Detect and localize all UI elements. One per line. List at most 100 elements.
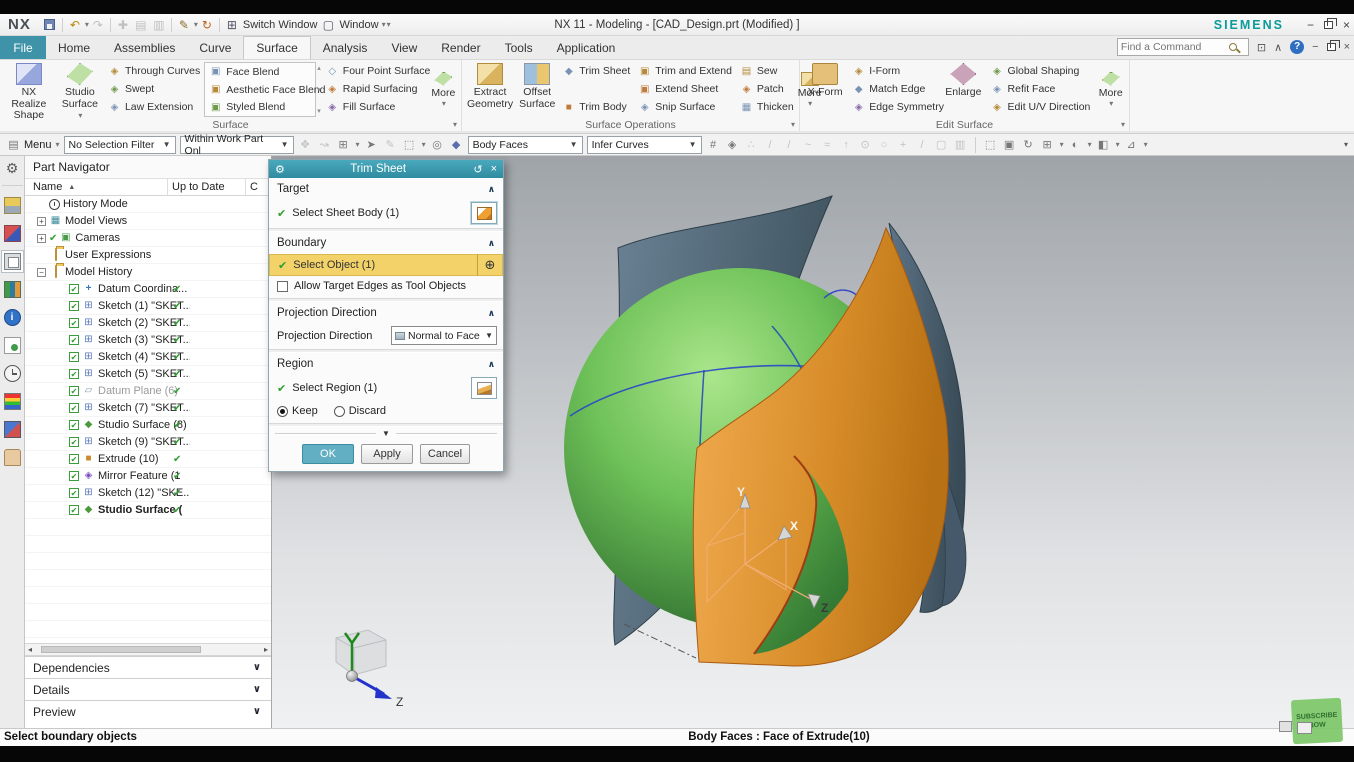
swept-button[interactable]: ◈ Swept (108, 80, 200, 98)
menu-button[interactable]: ▤ Menu ▾ (6, 138, 59, 152)
tab-analysis[interactable]: Analysis (311, 36, 380, 59)
refit-face-button[interactable]: ◈ Refit Face (991, 80, 1091, 98)
fill-surface-button[interactable]: ◈ Fill Surface (326, 98, 424, 116)
tab-render[interactable]: Render (429, 36, 492, 59)
rectangle-select-icon[interactable]: ⬚ (402, 138, 417, 151)
minimize-button[interactable]: − (1307, 18, 1314, 32)
extract-geometry-button[interactable]: Extract Geometry (464, 61, 516, 118)
four-point-surface-button[interactable]: ◇ Four Point Surface (326, 62, 430, 80)
tab-tools[interactable]: Tools (493, 36, 545, 59)
switch-window-button[interactable]: Switch Window (243, 19, 318, 31)
redo-icon[interactable]: ↷ (90, 16, 106, 34)
sew-button[interactable]: ▤ Sew (740, 62, 794, 80)
solid-cube-icon[interactable]: ◆ (449, 138, 464, 151)
find-command-input[interactable] (1120, 41, 1229, 53)
fit-view-icon[interactable]: ⊞ (1040, 138, 1055, 151)
model-history-row[interactable]: ✔ + Datum Coordina... ✔ (25, 281, 271, 298)
tab-assemblies[interactable]: Assemblies (102, 36, 187, 59)
edge-symmetry-button[interactable]: ◈ Edge Symmetry (852, 98, 944, 116)
web-browser-icon[interactable]: i (3, 309, 21, 326)
styled-blend-button[interactable]: ▣ Styled Blend (209, 98, 313, 116)
boundary-section-header[interactable]: Boundary ∧ (269, 232, 503, 254)
undo-icon[interactable]: ↶ (67, 16, 83, 34)
match-edge-button[interactable]: ◆ Match Edge (852, 80, 936, 98)
surface-operations-group-dialog-launcher[interactable]: ▾ (791, 120, 795, 129)
scroll-left-icon[interactable]: ◂ (28, 645, 32, 654)
quick-access-customize[interactable]: ▾ (387, 20, 391, 29)
child-close-button[interactable]: × (1344, 41, 1350, 53)
format-brush-icon[interactable]: ✎ (176, 16, 192, 34)
selection-scope-combo[interactable]: Within Work Part Onl ▼ (179, 133, 294, 157)
trim-and-extend-button[interactable]: ▣ Trim and Extend (638, 62, 732, 80)
help-icon[interactable]: ? (1290, 40, 1305, 54)
snap-grid-icon[interactable]: ▥ (953, 138, 968, 151)
x-form-button[interactable]: X-Form (802, 61, 848, 118)
snap-endpoint-icon[interactable]: / (763, 139, 778, 151)
allow-target-edges-row[interactable]: Allow Target Edges as Tool Objects (269, 278, 503, 298)
snap-face-icon[interactable]: ▢ (934, 138, 949, 151)
highlight-related-icon[interactable]: ✥ (298, 138, 313, 151)
section-preview[interactable]: Preview ∨ (25, 700, 271, 722)
hd3d-tools-icon[interactable] (3, 337, 21, 354)
window-menu-button[interactable]: Window (339, 19, 378, 31)
select-sheet-body-row[interactable]: ✔ Select Sheet Body (1) (269, 200, 503, 228)
point-dialog-button[interactable]: ⊕ (477, 254, 503, 276)
feature-checkbox[interactable]: ✔ (69, 471, 79, 481)
model-history-row[interactable]: ✔ ⊞ Sketch (12) "SKE... ✔ (25, 485, 271, 502)
curve-rule-combo[interactable]: Infer Curves ▼ (586, 135, 702, 154)
projection-direction-combo[interactable]: Normal to Face ▼ (391, 326, 497, 345)
edit-surface-more-button[interactable]: More ▾ (1094, 61, 1127, 118)
repeat-command-icon[interactable]: ↻ (199, 16, 215, 34)
tree-item-model-history[interactable]: − Model History (25, 264, 271, 281)
select-region-row[interactable]: ✔ Select Region (1) (269, 375, 503, 403)
face-rule-combo[interactable]: Body Faces ▼ (467, 135, 583, 154)
copy-icon[interactable]: ▤ (133, 16, 149, 34)
snap-circle-icon[interactable]: ○ (877, 139, 892, 151)
save-icon[interactable] (42, 16, 58, 34)
trim-body-button[interactable]: ■ Trim Body (562, 98, 630, 116)
close-button[interactable]: × (1343, 18, 1350, 32)
tab-home[interactable]: Home (46, 36, 102, 59)
snap-enable-icon[interactable]: ⊞ (336, 138, 351, 151)
dialog-title-bar[interactable]: ⚙ Trim Sheet ↺ × (269, 160, 503, 178)
snap-pole-icon[interactable]: ∴ (744, 138, 759, 151)
snap-arc-icon[interactable]: ~ (801, 139, 816, 151)
snap-spline-icon[interactable]: ≈ (820, 139, 835, 151)
expand-icon[interactable]: + (37, 233, 46, 243)
minimize-ribbon-icon[interactable]: ∧ (1274, 41, 1282, 54)
thicken-button[interactable]: ▦ Thicken (740, 98, 794, 116)
child-minimize-button[interactable]: − (1312, 41, 1318, 53)
reuse-library-icon[interactable] (3, 281, 21, 298)
lasso-icon[interactable]: ◎ (430, 138, 445, 151)
view-orient-icon[interactable]: ◧ (1096, 138, 1111, 151)
feature-checkbox[interactable]: ✔ (69, 369, 79, 379)
edit-surface-group-dialog-launcher[interactable]: ▾ (1121, 120, 1125, 129)
law-extension-button[interactable]: ◈ Law Extension (108, 98, 200, 116)
rotate-view-icon[interactable]: ↻ (1021, 138, 1036, 151)
tree-item-model-views[interactable]: + ▦ Model Views (25, 213, 271, 230)
global-shaping-button[interactable]: ◈ Global Shaping (991, 62, 1091, 80)
snap-midpoint-icon[interactable]: ◈ (725, 138, 740, 151)
tab-file[interactable]: File (0, 36, 46, 59)
feature-checkbox[interactable]: ✔ (69, 437, 79, 447)
scrollbar-thumb[interactable] (41, 646, 201, 653)
expand-icon[interactable]: + (37, 216, 46, 226)
dialog-reset-icon[interactable]: ↺ (473, 163, 482, 176)
feature-checkbox[interactable]: ✔ (69, 454, 79, 464)
top-selection-icon[interactable]: ➤ (364, 138, 379, 151)
pencil-icon[interactable]: ✎ (383, 138, 398, 151)
section-dependencies[interactable]: Dependencies ∨ (25, 656, 271, 678)
selection-filter-combo[interactable]: No Selection Filter ▼ (63, 135, 176, 154)
nx-realize-shape-button[interactable]: NX Realize Shape (2, 61, 56, 121)
model-history-row[interactable]: ✔ ▱ Datum Plane (6) ✔ (25, 383, 271, 400)
trim-sheet-button[interactable]: ◆ Trim Sheet (562, 62, 630, 80)
offset-surface-button[interactable]: Offset Surface (516, 61, 558, 118)
section-details[interactable]: Details ∨ (25, 678, 271, 700)
window-menu-caret[interactable]: ▾ (382, 20, 386, 29)
aesthetic-face-blend-button[interactable]: ▣ Aesthetic Face Blend (209, 81, 325, 99)
fullscreen-icon[interactable]: ⊡ (1257, 41, 1266, 54)
render-style-icon[interactable]: ◐ (1068, 139, 1083, 151)
discard-radio[interactable]: Discard (333, 405, 386, 417)
model-history-row[interactable]: ✔ ■ Extrude (10) ✔ (25, 451, 271, 468)
assembly-navigator-icon[interactable] (3, 197, 21, 214)
